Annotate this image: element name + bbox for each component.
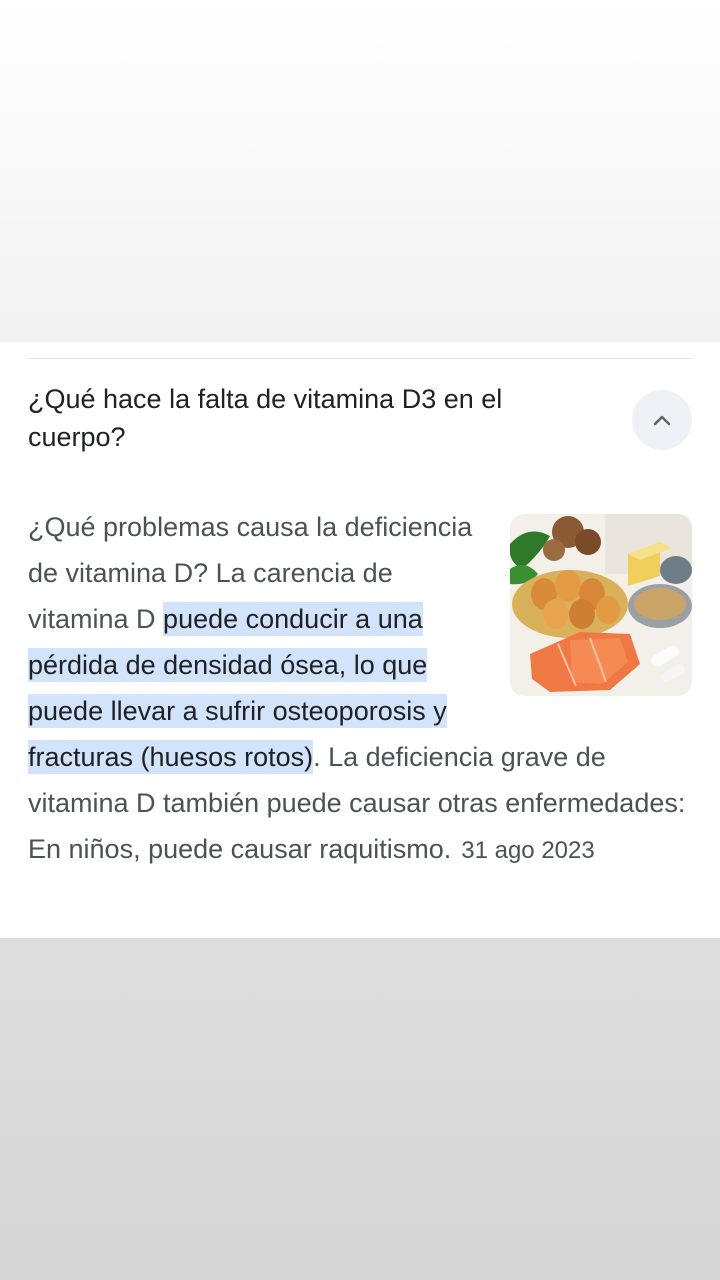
faq-card: ¿Qué hace la falta de vitamina D3 en el …: [0, 342, 720, 938]
blank-area-bottom: [0, 938, 720, 1280]
answer-date: 31 ago 2023: [461, 837, 595, 864]
faq-question[interactable]: ¿Qué hace la falta de vitamina D3 en el …: [28, 380, 588, 456]
faq-answer: ¿Qué problemas causa la deficiencia de v…: [28, 504, 692, 874]
chevron-up-icon: [653, 415, 671, 426]
divider: [28, 358, 692, 359]
blank-area-top: [0, 0, 720, 342]
vitamin-d-foods-image[interactable]: [510, 514, 692, 696]
food-photo: [510, 514, 692, 696]
collapse-button[interactable]: [632, 390, 692, 450]
